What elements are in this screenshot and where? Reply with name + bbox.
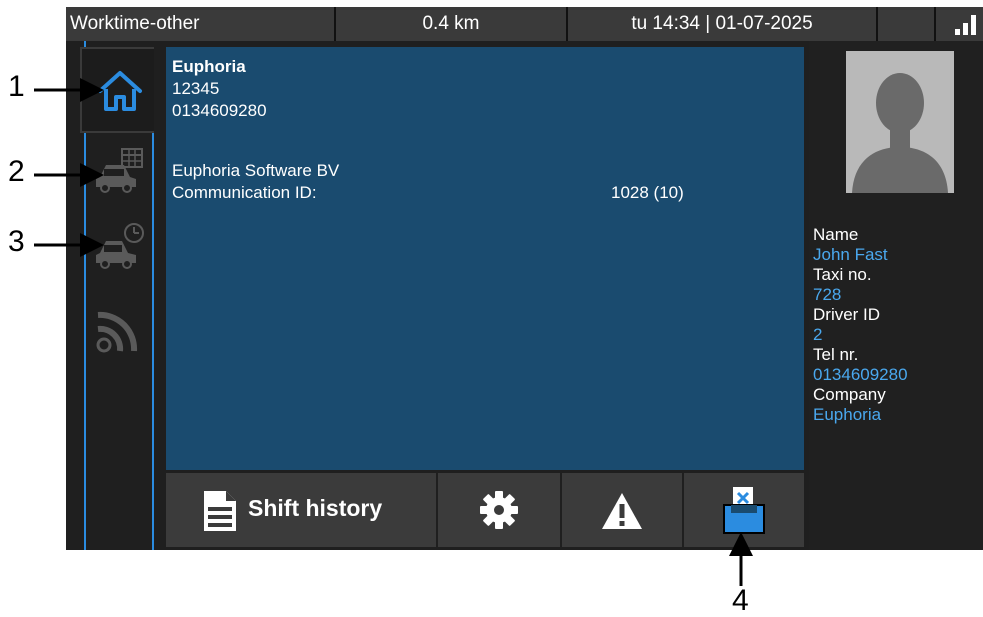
callout-arrows bbox=[34, 78, 753, 586]
